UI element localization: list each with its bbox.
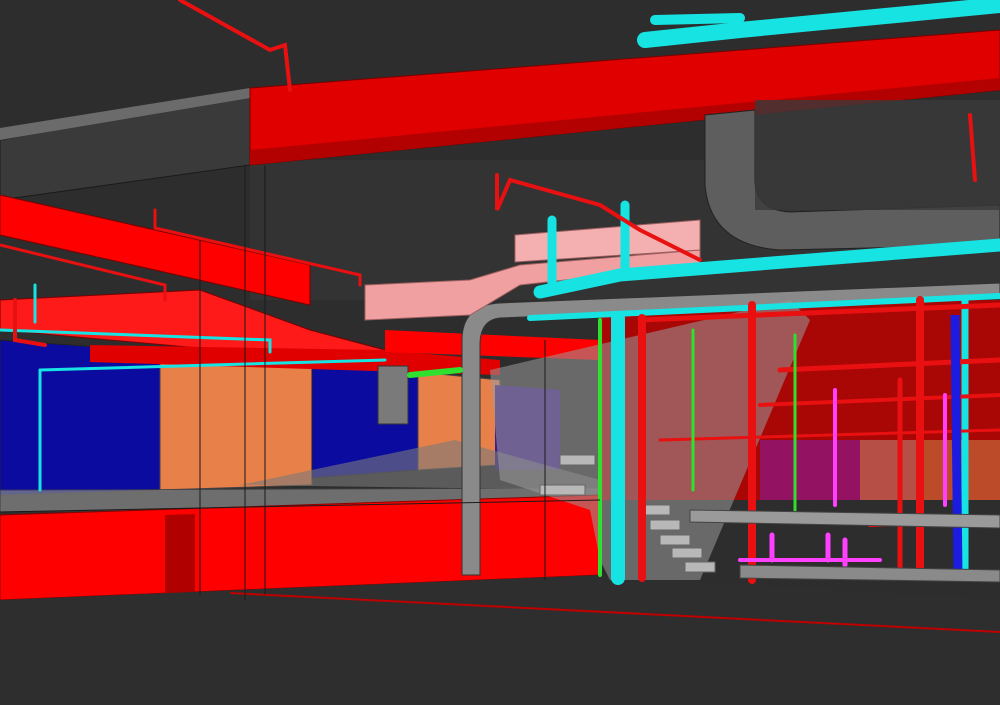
wall-orange-1 — [159, 351, 313, 491]
grey-box — [377, 365, 409, 425]
floor-lower — [0, 575, 1000, 705]
blue-pipe — [950, 314, 963, 579]
right-interior-orange — [860, 440, 1000, 500]
lower-red-beam-dark — [165, 514, 195, 594]
bim-scene — [0, 0, 1000, 705]
cyan-pipe-top-2 — [650, 13, 745, 25]
model-viewport[interactable] — [0, 0, 1000, 705]
grey-duct-top — [755, 100, 1000, 210]
